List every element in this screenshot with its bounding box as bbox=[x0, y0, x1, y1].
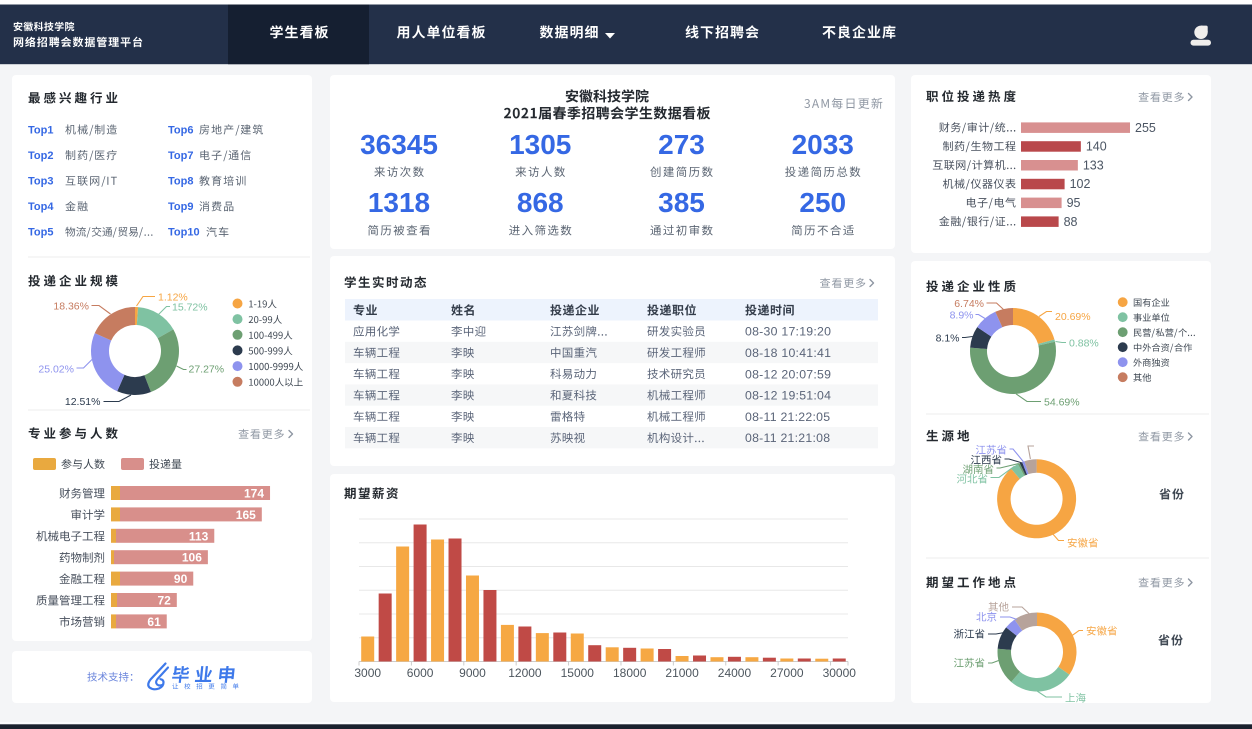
svg-text:Top6: Top6 bbox=[168, 124, 193, 136]
svg-text:1318: 1318 bbox=[368, 187, 430, 218]
svg-text:250: 250 bbox=[799, 187, 846, 218]
svg-text:08-11 21:22:05: 08-11 21:22:05 bbox=[745, 410, 830, 424]
svg-text:20.69%: 20.69% bbox=[1055, 311, 1091, 323]
svg-text:18.36%: 18.36% bbox=[53, 301, 89, 313]
svg-text:3000: 3000 bbox=[354, 666, 381, 680]
svg-text:25.02%: 25.02% bbox=[38, 364, 74, 376]
svg-text:273: 273 bbox=[658, 129, 705, 160]
svg-text:88: 88 bbox=[1064, 215, 1078, 229]
svg-text:36345: 36345 bbox=[360, 129, 438, 160]
svg-text:90: 90 bbox=[174, 572, 188, 586]
svg-text:08-11 21:21:08: 08-11 21:21:08 bbox=[745, 431, 830, 445]
svg-text:61: 61 bbox=[147, 615, 161, 629]
svg-text:Top3: Top3 bbox=[28, 176, 53, 188]
svg-text:165: 165 bbox=[236, 508, 256, 522]
svg-text:Top10: Top10 bbox=[168, 227, 200, 239]
svg-text:30000: 30000 bbox=[823, 666, 857, 680]
svg-text:Top8: Top8 bbox=[168, 176, 193, 188]
svg-text:Top4: Top4 bbox=[28, 201, 54, 213]
svg-text:113: 113 bbox=[189, 529, 209, 543]
svg-text:08-12 19:51:04: 08-12 19:51:04 bbox=[745, 389, 831, 403]
svg-text:133: 133 bbox=[1083, 158, 1104, 172]
svg-text:6000: 6000 bbox=[407, 666, 434, 680]
svg-text:Top7: Top7 bbox=[168, 150, 193, 162]
svg-text:0.88%: 0.88% bbox=[1069, 338, 1099, 350]
svg-text:08-12 20:07:59: 08-12 20:07:59 bbox=[745, 367, 831, 381]
svg-text:106: 106 bbox=[182, 551, 202, 565]
svg-text:12000: 12000 bbox=[508, 666, 542, 680]
svg-text:174: 174 bbox=[244, 487, 264, 501]
svg-text:140: 140 bbox=[1086, 140, 1107, 154]
svg-text:72: 72 bbox=[157, 594, 171, 608]
svg-text:12.51%: 12.51% bbox=[65, 396, 101, 408]
svg-text:54.69%: 54.69% bbox=[1044, 397, 1080, 409]
svg-text:18000: 18000 bbox=[613, 666, 647, 680]
svg-text:385: 385 bbox=[658, 187, 705, 218]
svg-text:21000: 21000 bbox=[665, 666, 699, 680]
svg-text:15.72%: 15.72% bbox=[172, 302, 208, 314]
svg-text:102: 102 bbox=[1070, 177, 1091, 191]
svg-text:95: 95 bbox=[1067, 196, 1081, 210]
svg-text:9000: 9000 bbox=[459, 666, 486, 680]
svg-text:255: 255 bbox=[1135, 121, 1156, 135]
svg-text:24000: 24000 bbox=[718, 666, 752, 680]
svg-text:2033: 2033 bbox=[792, 129, 854, 160]
svg-text:868: 868 bbox=[517, 187, 564, 218]
svg-text:Top2: Top2 bbox=[28, 150, 53, 162]
svg-text:27.27%: 27.27% bbox=[189, 364, 225, 376]
svg-text:08-30 17:19:20: 08-30 17:19:20 bbox=[745, 325, 831, 339]
svg-text:Top5: Top5 bbox=[28, 227, 53, 239]
svg-text:6.74%: 6.74% bbox=[954, 298, 984, 310]
svg-text:8.9%: 8.9% bbox=[950, 310, 974, 322]
svg-text:Top9: Top9 bbox=[168, 201, 193, 213]
svg-text:1305: 1305 bbox=[509, 129, 571, 160]
svg-text:15000: 15000 bbox=[561, 666, 595, 680]
svg-text:8.1%: 8.1% bbox=[936, 333, 960, 345]
svg-text:Top1: Top1 bbox=[28, 124, 53, 136]
svg-text:27000: 27000 bbox=[770, 666, 804, 680]
svg-text:08-18 10:41:41: 08-18 10:41:41 bbox=[745, 346, 831, 360]
